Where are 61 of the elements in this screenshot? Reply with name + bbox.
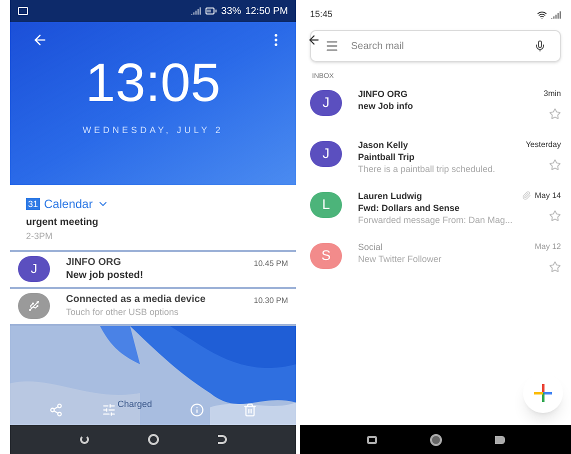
notification-body: New job posted! <box>66 269 144 282</box>
sender: Lauren Ludwig <box>358 190 423 202</box>
notification-title: Connected as a media device <box>66 293 207 306</box>
email-time: May 12 <box>534 240 561 252</box>
status-time: 12:50 PM <box>245 4 288 18</box>
star-icon[interactable] <box>549 260 561 272</box>
sliders-icon[interactable] <box>102 403 116 417</box>
event-time: 2-3PM <box>26 230 54 243</box>
sender: Social <box>358 240 384 252</box>
snippet: Forwarded message From: Dan Mag... <box>358 214 514 226</box>
avatar: J <box>310 140 342 166</box>
avatar: L <box>310 192 342 218</box>
delete-icon[interactable] <box>242 403 257 417</box>
sender: JINFO ORG <box>358 88 409 100</box>
recents-icon[interactable] <box>80 435 88 444</box>
avatar: S <box>310 242 342 268</box>
snippet: New Twitter Follower <box>358 252 442 264</box>
signal-icon <box>551 10 561 20</box>
notification[interactable]: J JINFO ORG New job posted! 10.45 PM <box>10 252 296 288</box>
plus-icon <box>534 384 552 402</box>
sender: Jason Kelly <box>358 138 410 150</box>
email-time: Yesterday <box>526 138 561 150</box>
battery-icon <box>205 5 218 17</box>
email-row[interactable]: L Lauren Ludwig Fwd: Dollars and Sense Forwarded message From: Dan Mag... May 14 <box>300 184 571 236</box>
home-icon[interactable] <box>148 434 158 445</box>
search-input[interactable]: Search mail <box>351 38 522 54</box>
date: WEDNESDAY, JULY 2 <box>82 124 224 137</box>
mic-icon[interactable] <box>534 40 546 52</box>
clock: 13:05 <box>85 56 221 110</box>
cast-icon <box>18 7 28 15</box>
notification-body: Touch for other USB options <box>66 306 180 319</box>
avatar: J <box>18 256 50 282</box>
home-icon[interactable] <box>430 434 442 446</box>
star-icon[interactable] <box>549 108 561 120</box>
subject: Paintball Trip <box>358 150 416 162</box>
app-name: Calendar <box>44 196 93 213</box>
email-time: 3min <box>544 88 561 100</box>
notification-title: JINFO ORG <box>66 256 122 269</box>
notification[interactable]: Connected as a media device Touch for other USB options 10.30 PM <box>10 288 296 326</box>
calendar-badge: 31 <box>26 198 40 210</box>
subject: Fwd: Dollars and Sense <box>358 202 461 214</box>
menu-icon[interactable] <box>325 39 339 53</box>
avatar: J <box>310 90 342 116</box>
snippet: There is a paintball trip scheduled. <box>358 162 496 174</box>
star-icon[interactable] <box>549 210 561 222</box>
battery-percent: 33% <box>221 4 242 18</box>
notification-time: 10.45 PM <box>254 258 288 270</box>
notification-time: 10.30 PM <box>254 294 288 306</box>
email-row[interactable]: J Jason Kelly Paintball Trip There is a paintball trip scheduled. Yesterday <box>300 134 571 184</box>
email-time: May 14 <box>534 190 561 202</box>
usb-avatar <box>18 293 50 319</box>
signal-icon <box>191 6 202 16</box>
charge-text: Charged <box>118 398 152 412</box>
status-time: 15:45 <box>310 8 333 22</box>
search-field[interactable]: Search mail <box>310 30 561 62</box>
email-row[interactable]: J JINFO ORG new Job info 3min <box>300 82 571 134</box>
wifi-icon <box>537 10 547 20</box>
subject: new Job info <box>358 100 414 112</box>
event-title: urgent meeting <box>26 216 100 230</box>
recents-icon[interactable] <box>366 436 376 444</box>
star-icon[interactable] <box>549 158 561 170</box>
